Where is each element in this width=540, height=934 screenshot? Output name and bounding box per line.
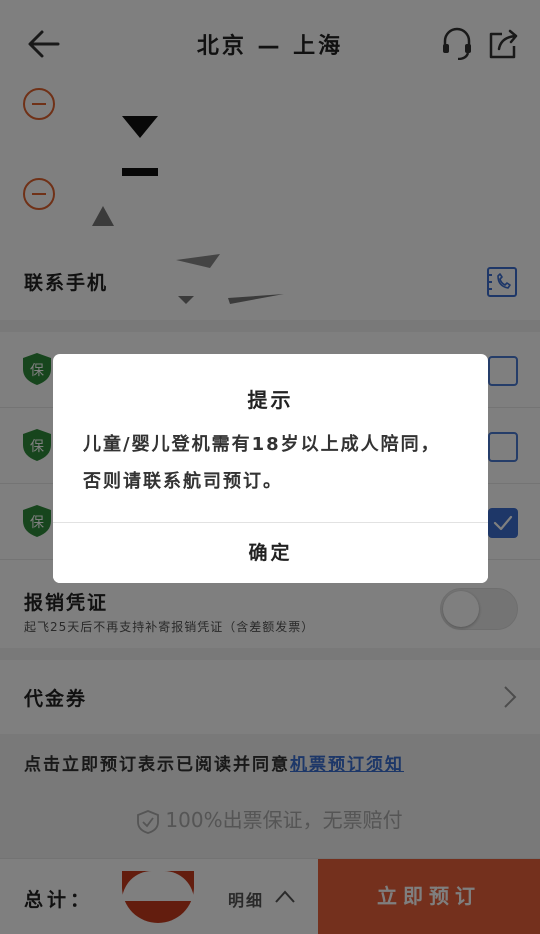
alert-dialog: 提示 儿童/婴儿登机需有18岁以上成人陪同，否则请联系航司预订。 确定: [53, 354, 488, 583]
dialog-title: 提示: [247, 388, 294, 412]
dialog-message: 儿童/婴儿登机需有18岁以上成人陪同，否则请联系航司预订。: [83, 434, 441, 492]
confirm-button[interactable]: 确定: [53, 523, 488, 583]
